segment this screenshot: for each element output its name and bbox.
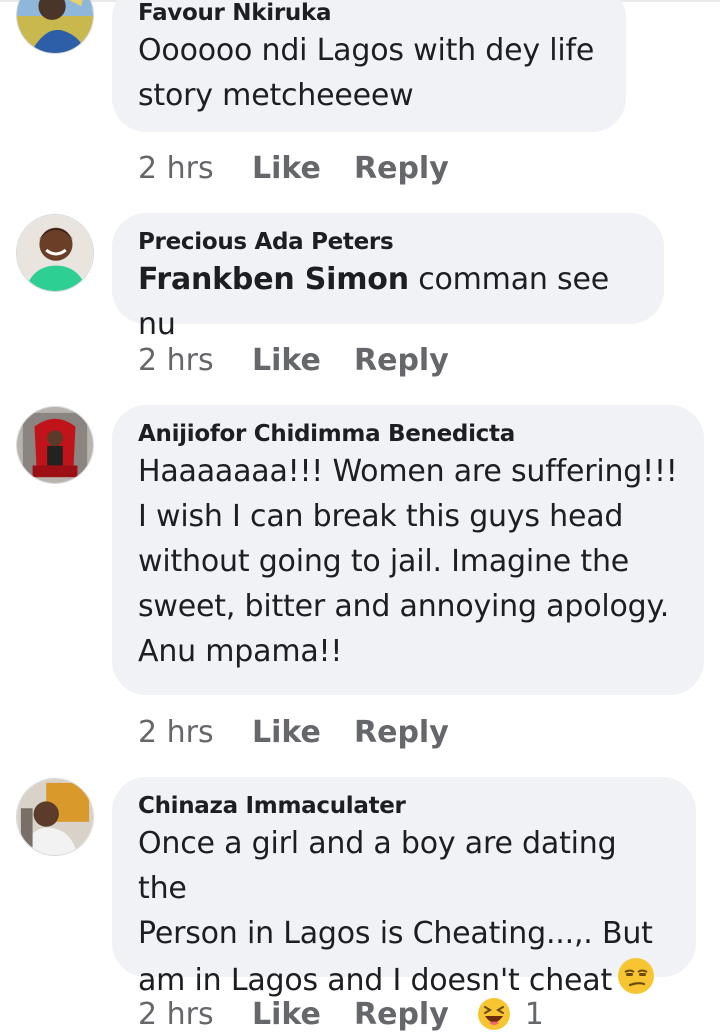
comment-text-body: Once a girl and a boy are dating the Per… <box>138 826 653 998</box>
reply-button[interactable]: Reply <box>354 997 449 1032</box>
comment-text: Oooooo ndi Lagos with dey life story met… <box>138 33 595 113</box>
like-button[interactable]: Like <box>252 343 354 378</box>
like-button[interactable]: Like <box>252 997 354 1032</box>
comment-bubble: Chinaza Immaculater Once a girl and a bo… <box>112 777 696 998</box>
avatar[interactable] <box>16 214 94 292</box>
comment-author[interactable]: Precious Ada Peters <box>138 227 638 257</box>
reaction-count: 1 <box>524 996 544 1032</box>
reaction-summary[interactable]: 1 <box>477 997 544 1032</box>
mention-link[interactable]: Frankben Simon <box>138 262 409 297</box>
comment-timestamp[interactable]: 2 hrs <box>138 343 252 378</box>
comment-author[interactable]: Favour Nkiruka <box>138 0 600 28</box>
comment-actions: 2 hrs Like Reply <box>138 148 449 188</box>
like-button[interactable]: Like <box>252 151 354 186</box>
like-button[interactable]: Like <box>252 715 354 750</box>
comment-actions: 2 hrs Like Reply <box>138 340 449 380</box>
comment-bubble: Favour Nkiruka Oooooo ndi Lagos with dey… <box>112 0 626 132</box>
comment-text: Frankben Simon comman see nu <box>138 257 638 347</box>
reply-button[interactable]: Reply <box>354 343 449 378</box>
comment-bubble: Anijiofor Chidimma Benedicta Haaaaaaa!!!… <box>112 405 704 695</box>
comment-timestamp[interactable]: 2 hrs <box>138 151 252 186</box>
avatar[interactable] <box>16 0 94 54</box>
haha-reaction-icon <box>477 998 510 1030</box>
reply-button[interactable]: Reply <box>354 715 449 750</box>
comment-bubble: Precious Ada Peters Frankben Simon comma… <box>112 213 664 342</box>
comment-actions: 2 hrs Like Reply 1 <box>138 994 544 1034</box>
avatar[interactable] <box>16 778 94 856</box>
comment-timestamp[interactable]: 2 hrs <box>138 715 252 750</box>
avatar[interactable] <box>16 406 94 484</box>
unamused-face-icon <box>618 958 655 994</box>
comment-text: Once a girl and a boy are dating the Per… <box>138 821 670 1003</box>
comment-text: Haaaaaaa!!! Women are suffering!!! I wis… <box>138 454 678 669</box>
comment-timestamp[interactable]: 2 hrs <box>138 997 252 1032</box>
comment-actions: 2 hrs Like Reply <box>138 712 449 752</box>
reply-button[interactable]: Reply <box>354 151 449 186</box>
comment-author[interactable]: Chinaza Immaculater <box>138 791 670 821</box>
comment-author[interactable]: Anijiofor Chidimma Benedicta <box>138 419 678 449</box>
